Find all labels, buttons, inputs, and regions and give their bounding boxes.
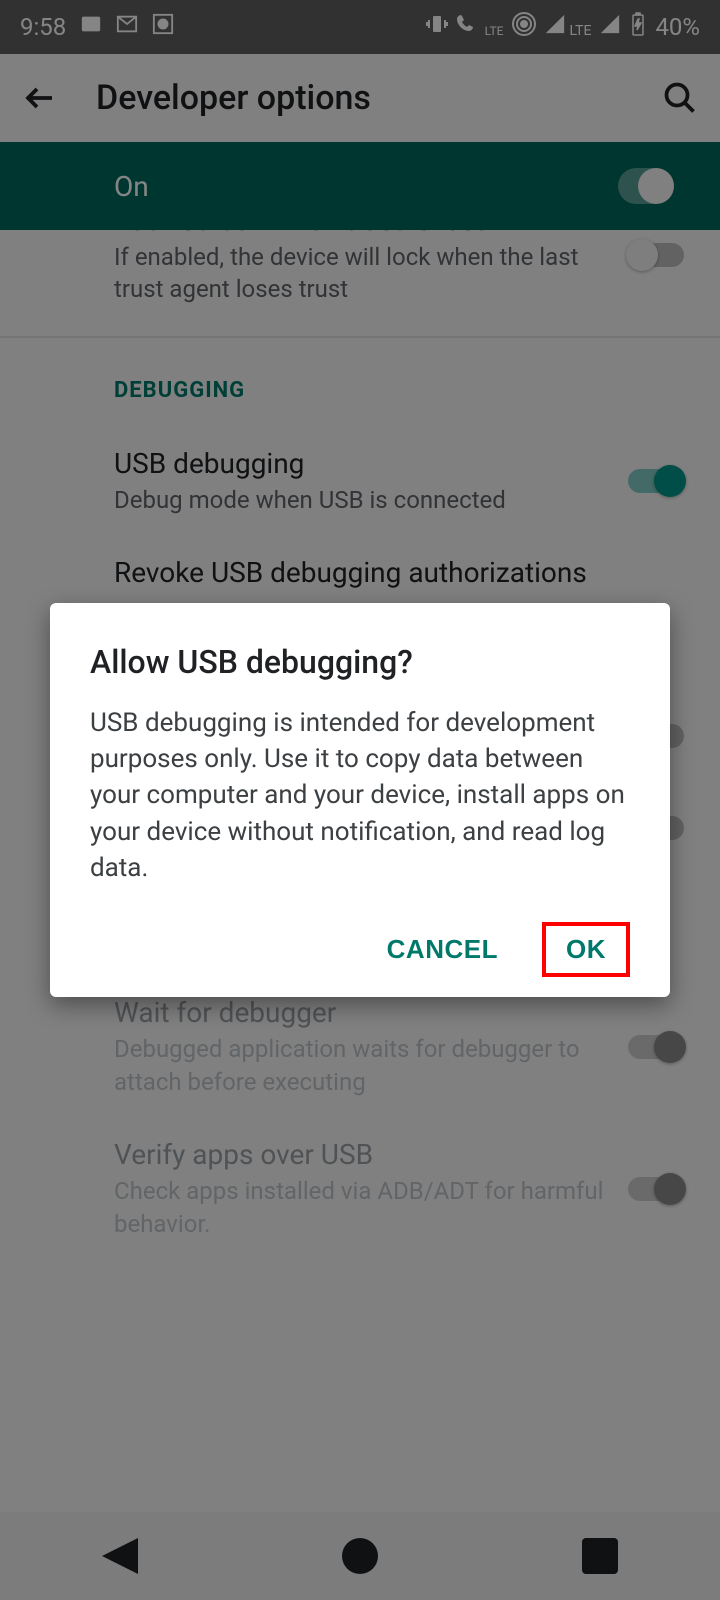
dialog-title: Allow USB debugging?	[90, 643, 630, 681]
dialog-actions: CANCEL OK	[90, 922, 630, 977]
cancel-button[interactable]: CANCEL	[367, 922, 518, 977]
ok-button[interactable]: OK	[542, 922, 630, 977]
modal-overlay[interactable]: Allow USB debugging? USB debugging is in…	[0, 0, 720, 1600]
dialog-message: USB debugging is intended for developmen…	[90, 705, 630, 887]
usb-debugging-dialog: Allow USB debugging? USB debugging is in…	[50, 603, 670, 998]
